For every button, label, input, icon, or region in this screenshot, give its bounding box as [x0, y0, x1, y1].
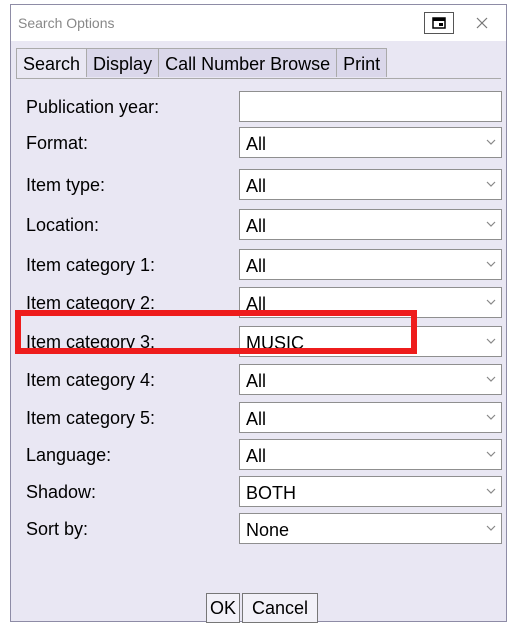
restore-button[interactable] [424, 12, 454, 34]
publication-year-label: Publication year: [26, 97, 160, 117]
field-row-item-category-4: Item category 4: All [16, 362, 502, 398]
tab-print[interactable]: Print [336, 48, 388, 77]
field-row-format: Format: All [16, 125, 502, 161]
item-category-1-select[interactable]: All [239, 249, 502, 280]
item-type-select[interactable]: All [239, 169, 502, 200]
tab-display[interactable]: Display [86, 48, 159, 77]
field-row-item-type: Item type: All [16, 167, 502, 203]
chevron-down-icon [486, 181, 496, 187]
ok-button[interactable]: OK [206, 593, 240, 623]
item-type-label: Item type: [26, 175, 106, 195]
item-type-value: All [246, 176, 267, 196]
tab-call-number-browse[interactable]: Call Number Browse [158, 48, 337, 77]
item-category-4-label: Item category 4: [26, 370, 156, 390]
item-category-5-label: Item category 5: [26, 408, 156, 428]
chevron-down-icon [486, 376, 496, 382]
language-label: Language: [26, 445, 112, 465]
item-category-5-value: All [246, 409, 267, 429]
item-category-5-select[interactable]: All [239, 402, 502, 433]
item-category-1-value: All [246, 256, 267, 276]
tab-search[interactable]: Search [16, 48, 87, 79]
close-icon [476, 17, 488, 29]
field-row-sort-by: Sort by: None [16, 511, 502, 547]
shadow-value: BOTH [246, 483, 297, 503]
sort-by-value: None [246, 520, 290, 540]
tab-strip: Search Display Call Number Browse Print [16, 48, 388, 79]
restore-icon [432, 17, 446, 29]
item-category-4-value: All [246, 371, 267, 391]
language-select[interactable]: All [239, 439, 502, 470]
sort-by-select[interactable]: None [239, 513, 502, 544]
chevron-down-icon [486, 299, 496, 305]
field-row-shadow: Shadow: BOTH [16, 474, 502, 510]
shadow-label: Shadow: [26, 482, 97, 502]
dialog-title: Search Options [18, 15, 115, 31]
chevron-down-icon [486, 488, 496, 494]
chevron-down-icon [486, 525, 496, 531]
chevron-down-icon [486, 451, 496, 457]
format-value: All [246, 134, 267, 154]
format-label: Format: [26, 133, 89, 153]
chevron-down-icon [486, 221, 496, 227]
location-select[interactable]: All [239, 209, 502, 240]
chevron-down-icon [486, 139, 496, 145]
field-row-publication-year: Publication year: [16, 89, 502, 125]
language-value: All [246, 446, 267, 466]
item-category-4-select[interactable]: All [239, 364, 502, 395]
field-row-item-category-5: Item category 5: All [16, 400, 502, 436]
publication-year-input[interactable] [239, 91, 502, 122]
chevron-down-icon [486, 414, 496, 420]
field-row-item-category-1: Item category 1: All [16, 247, 502, 283]
sort-by-label: Sort by: [26, 519, 89, 539]
dialog-footer: OK Cancel [11, 593, 508, 623]
chevron-down-icon [486, 261, 496, 267]
location-label: Location: [26, 215, 100, 235]
field-row-language: Language: All [16, 437, 502, 473]
highlight-annotation-box [15, 310, 417, 354]
close-button[interactable] [471, 12, 493, 34]
format-select[interactable]: All [239, 127, 502, 158]
title-bar: Search Options [11, 5, 506, 41]
shadow-select[interactable]: BOTH [239, 476, 502, 507]
cancel-button[interactable]: Cancel [242, 593, 318, 623]
location-value: All [246, 216, 267, 236]
field-row-location: Location: All [16, 207, 502, 243]
item-category-1-label: Item category 1: [26, 255, 156, 275]
chevron-down-icon [486, 338, 496, 344]
